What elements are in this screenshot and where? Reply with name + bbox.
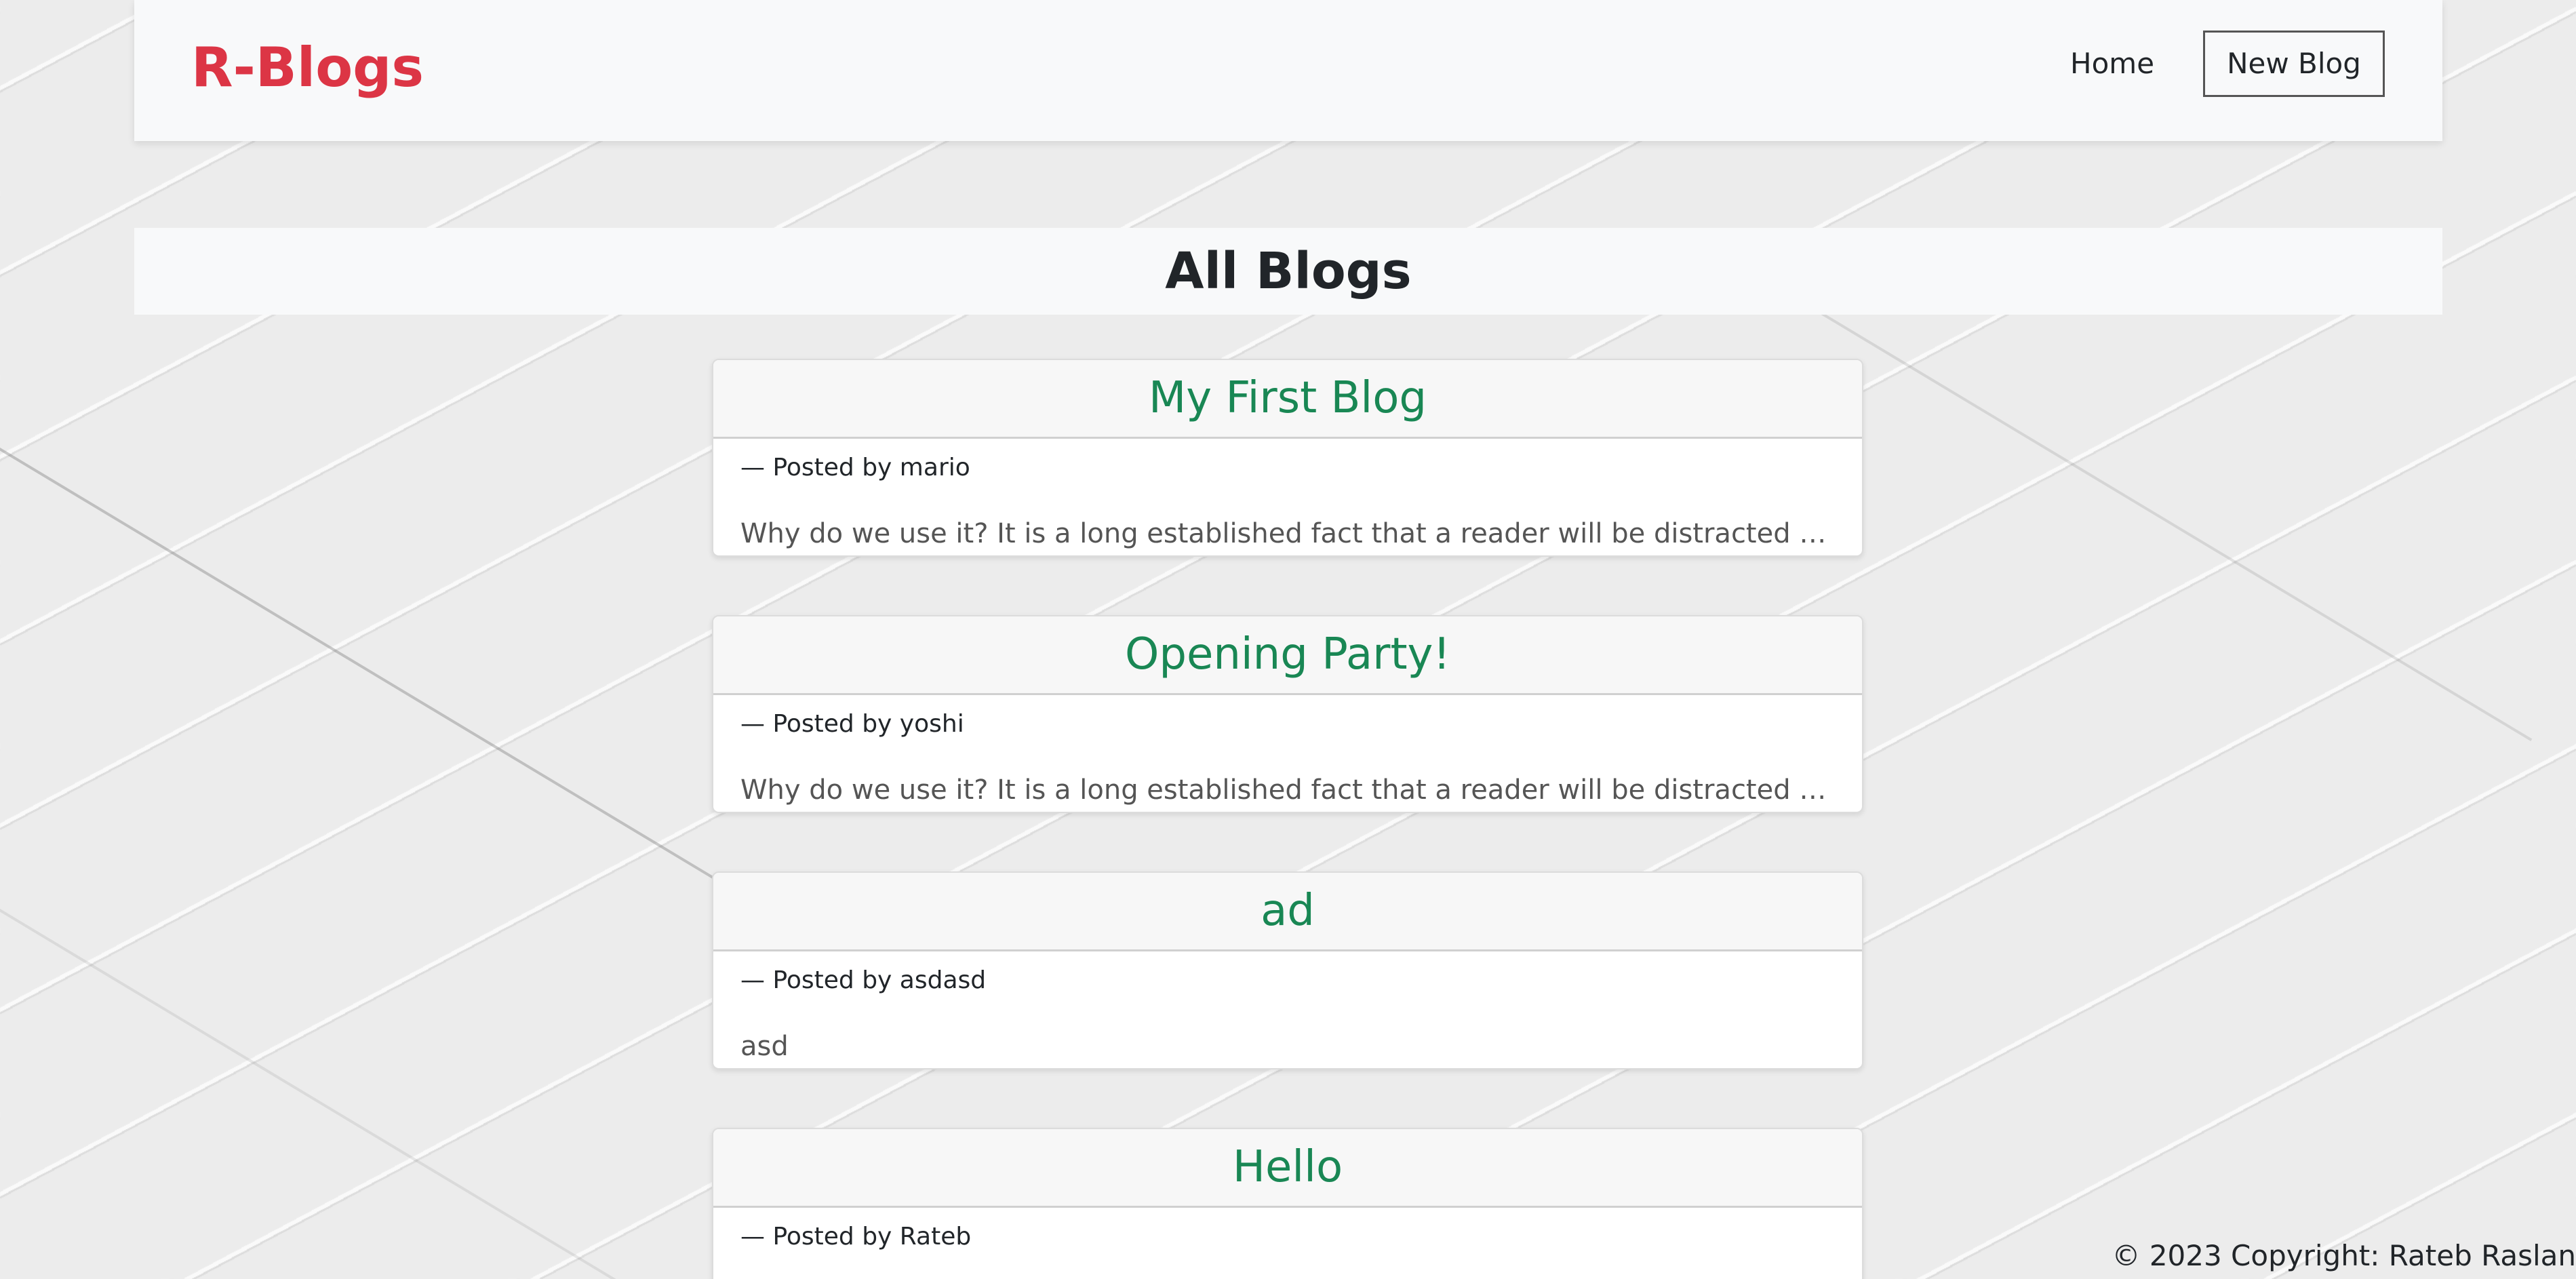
background-decoration [0, 909, 639, 1279]
new-blog-button[interactable]: New Blog [2203, 31, 2385, 97]
blog-card[interactable]: ad — Posted by asdasd asd [712, 871, 1863, 1069]
navbar: R-Blogs Home New Blog [134, 0, 2442, 141]
blog-title-link[interactable]: Opening Party! [713, 616, 1862, 692]
blog-title-link[interactable]: ad [713, 873, 1862, 949]
blog-title-link[interactable]: Hello [713, 1129, 1862, 1205]
blog-card-header: My First Blog [713, 360, 1862, 439]
blog-title-link[interactable]: My First Blog [713, 360, 1862, 436]
blog-snippet: asd [740, 1031, 789, 1062]
footer-copyright: © 2023 Copyright: Rateb Raslan [2112, 1239, 2576, 1272]
blog-snippet: Why do we use it? It is a long establish… [740, 518, 1838, 549]
blog-card[interactable]: My First Blog — Posted by mario Why do w… [712, 359, 1863, 557]
blog-author: — Posted by mario [740, 454, 970, 481]
blog-card-header: Hello [713, 1129, 1862, 1208]
blog-card[interactable]: Opening Party! — Posted by yoshi Why do … [712, 615, 1863, 813]
page-title-band: All Blogs [134, 228, 2442, 315]
brand-logo-link[interactable]: R-Blogs [191, 27, 424, 109]
blog-author: — Posted by yoshi [740, 710, 964, 738]
blog-card-header: ad [713, 873, 1862, 951]
blog-author: — Posted by Rateb [740, 1223, 972, 1251]
blog-card-header: Opening Party! [713, 616, 1862, 695]
blog-snippet: Why do we use it? It is a long establish… [740, 774, 1838, 806]
nav-home-link[interactable]: Home [2070, 39, 2154, 88]
page-title: All Blogs [1165, 242, 1412, 300]
blog-author: — Posted by asdasd [740, 966, 987, 994]
background-decoration [1775, 285, 2533, 741]
blog-card[interactable]: Hello — Posted by Rateb [712, 1128, 1863, 1279]
